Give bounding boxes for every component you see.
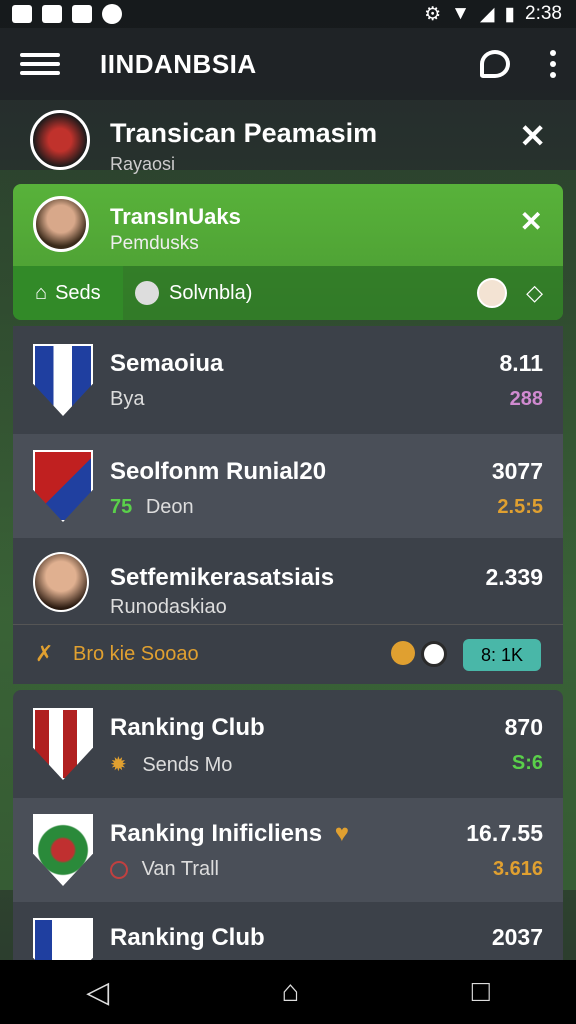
- hero-title: Transican Peamasim: [110, 118, 378, 148]
- club-logo: [33, 450, 93, 522]
- promo-title: TransInUaks: [110, 204, 241, 229]
- gear-icon: ✹: [110, 754, 127, 776]
- item-value: 8.11: [499, 350, 544, 376]
- list-item[interactable]: Semaoiua Bya 8.11 288: [13, 326, 563, 434]
- tab-seds[interactable]: ⌂ Seds: [13, 266, 123, 320]
- back-icon[interactable]: ◁: [86, 975, 109, 1010]
- app-icon: [42, 5, 62, 23]
- item-prefix: 75: [110, 496, 133, 518]
- app-title: IINDANBSIA: [100, 48, 257, 79]
- player-avatar: [33, 196, 89, 252]
- chat-icon[interactable]: [480, 50, 510, 78]
- action-strip[interactable]: ✗ Bro kie Sooao 8: 1K: [13, 624, 563, 684]
- item-name: Seolfonm Runial20: [110, 458, 327, 485]
- home-icon[interactable]: ⌂: [281, 975, 299, 1009]
- strip-label: Bro kie Sooao: [73, 643, 199, 665]
- club-logo: [33, 708, 93, 780]
- tools-icon: ✗: [35, 641, 54, 666]
- heart-icon: [391, 641, 415, 665]
- club-crest: [30, 110, 90, 170]
- ranking-value: 2037: [491, 924, 543, 950]
- promo-subtitle: Pemdusks: [110, 233, 199, 254]
- heart-icon: ♥: [334, 820, 349, 847]
- ranking-item[interactable]: Ranking Inificliens ♥ Van Trall 16.7.55 …: [13, 798, 563, 902]
- tab-seds-label: Seds: [55, 281, 101, 304]
- badge-icon: [110, 860, 128, 879]
- list-item[interactable]: Setfemikerasatsiais Runodaskiao 2.339: [13, 538, 563, 624]
- tab-solvnbla[interactable]: Solvnbla): [123, 281, 252, 305]
- item-value: 3077: [491, 458, 543, 484]
- clock-icon: [102, 4, 122, 24]
- hero-header: Transican Peamasim Rayaosi ✕: [0, 100, 576, 182]
- item-sub: Runodaskiao: [110, 596, 227, 618]
- user-avatar[interactable]: [477, 278, 507, 308]
- ranking-name: Ranking Inificliens: [110, 820, 323, 847]
- lock-icon: ⌂: [35, 281, 48, 304]
- list-item[interactable]: Seolfonm Runial20 75 Deon 3077 2.5:5: [13, 434, 563, 538]
- signal-icon: ◢: [479, 3, 495, 25]
- item-sub: Bya: [110, 388, 145, 410]
- item-name: Setfemikerasatsiais: [110, 564, 335, 591]
- dismiss-icon[interactable]: ✕: [520, 208, 543, 236]
- wifi-icon: ▼: [451, 3, 470, 24]
- player-mini-icon: [135, 281, 159, 305]
- ranking-value: 16.7.55: [466, 820, 543, 846]
- hero-subtitle: Rayaosi: [110, 154, 176, 174]
- player-avatar: [33, 552, 89, 612]
- club-logo: [33, 814, 93, 886]
- diamond-icon[interactable]: ◇: [526, 280, 543, 306]
- item-sub-value: 288: [509, 388, 543, 410]
- item-sub: Deon: [145, 496, 194, 518]
- more-icon[interactable]: [550, 50, 556, 78]
- ranking-sub: Van Trall: [141, 858, 220, 880]
- status-bar: ⚙ ▼ ◢ ▮ 2:38: [0, 0, 576, 28]
- ranking-sub-value: S:6: [511, 752, 543, 774]
- system-nav-bar: ◁ ⌂ □: [0, 960, 576, 1024]
- promo-tabs: ⌂ Seds Solvnbla) ◇: [13, 266, 563, 320]
- close-icon[interactable]: ✕: [519, 120, 546, 152]
- menu-icon[interactable]: [20, 49, 60, 79]
- club-logo: [33, 344, 93, 416]
- status-time: 2:38: [525, 3, 562, 24]
- ranking-sub-value: 3.616: [492, 858, 543, 880]
- ranking-item[interactable]: Ranking Club ✹ Sends Mo 870 S:6: [13, 690, 563, 798]
- ranking-name: Ranking Club: [110, 714, 265, 741]
- soccer-ball-icon: [421, 641, 447, 667]
- app-bar: IINDANBSIA: [0, 28, 576, 100]
- strip-pill[interactable]: 8: 1K: [463, 639, 541, 671]
- battery-icon: ▮: [504, 3, 516, 25]
- settings-icon: ⚙: [424, 3, 442, 25]
- club-logo: [33, 918, 93, 960]
- promo-card[interactable]: TransInUaks Pemdusks ✕ ⌂ Seds Solvnbla) …: [13, 184, 563, 320]
- ranking-item[interactable]: Ranking Club 2037: [13, 902, 563, 960]
- item-name: Semaoiua: [110, 350, 224, 377]
- item-sub-value: 2.5:5: [497, 496, 543, 518]
- tab-solvnbla-label: Solvnbla): [169, 281, 253, 304]
- ranking-value: 870: [504, 714, 543, 740]
- item-value: 2.339: [485, 564, 543, 590]
- notification-icon: [12, 5, 32, 23]
- recents-icon[interactable]: □: [472, 975, 490, 1009]
- sync-icon: [72, 5, 92, 23]
- ranking-name: Ranking Club: [110, 924, 265, 951]
- ranking-sub: Sends Mo: [142, 754, 233, 776]
